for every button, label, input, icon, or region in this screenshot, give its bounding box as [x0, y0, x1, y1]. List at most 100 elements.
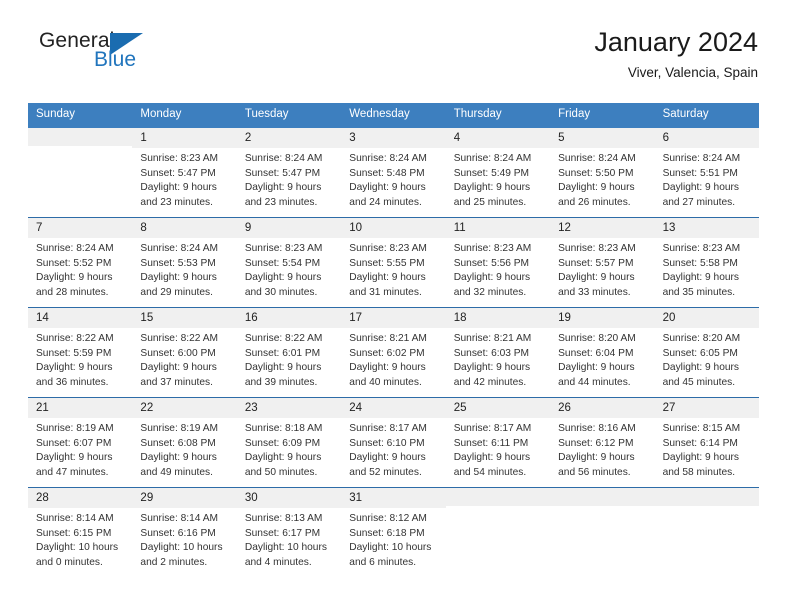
- sunset-time: Sunset: 5:59 PM: [36, 347, 112, 359]
- day-cell[interactable]: 4 Sunrise: 8:24 AM Sunset: 5:49 PM Daylight…: [445, 127, 551, 217]
- weekday-friday: Friday: [558, 108, 591, 120]
- sunrise-time: Sunrise: 8:23 AM: [453, 243, 532, 255]
- day-details: Sunrise: 8:24 AM Sunset: 5:49 PM Daylight:…: [446, 148, 550, 210]
- daylight-duration-line1: Daylight: 9 hours: [349, 182, 426, 194]
- day-details: [655, 506, 759, 510]
- daylight-duration-line1: Daylight: 9 hours: [349, 362, 426, 374]
- day-cell[interactable]: 20 Sunrise: 8:20 AM Sunset: 6:05 PM Dayligh…: [654, 307, 759, 397]
- daylight-duration-line1: Daylight: 9 hours: [453, 362, 531, 374]
- day-cell[interactable]: 19 Sunrise: 8:20 AM Sunset: 6:04 PM Dayligh…: [550, 307, 655, 397]
- sunrise-time: Sunrise: 8:18 AM: [244, 423, 323, 435]
- day-cell[interactable]: 5 Sunrise: 8:24 AM Sunset: 5:50 PM Daylight…: [550, 127, 655, 217]
- weekday-header-row: Sunday Monday Tuesday Wednesday Thursday…: [28, 103, 759, 128]
- sunrise-time: Sunrise: 8:24 AM: [453, 153, 532, 165]
- day-cell[interactable]: 3 Sunrise: 8:24 AM Sunset: 5:48 PM Daylight…: [341, 127, 446, 217]
- day-cell[interactable]: 6 Sunrise: 8:24 AM Sunset: 5:51 PM Daylight…: [654, 127, 759, 217]
- daylight-duration-line1: Daylight: 10 hours: [244, 542, 327, 554]
- daylight-duration-line2: and 30 minutes.: [244, 286, 318, 298]
- day-cell[interactable]: 26 Sunrise: 8:16 AM Sunset: 6:12 PM Dayligh…: [550, 397, 655, 487]
- day-details: Sunrise: 8:23 AM Sunset: 5:57 PM Daylight:…: [550, 238, 654, 300]
- day-number: 16: [236, 307, 342, 329]
- sunset-time: Sunset: 6:15 PM: [36, 527, 112, 539]
- sunrise-time: Sunrise: 8:21 AM: [349, 333, 427, 345]
- sunrise-time: Sunrise: 8:24 AM: [349, 153, 427, 165]
- day-details: Sunrise: 8:17 AM Sunset: 6:11 PM Daylight:…: [446, 418, 550, 480]
- brand-name-blue: Blue: [94, 48, 137, 71]
- day-cell[interactable]: 1 Sunrise: 8:23 AM Sunset: 5:47 PM Daylight…: [132, 127, 237, 217]
- sunset-time: Sunset: 5:56 PM: [453, 257, 530, 269]
- daylight-duration-line1: Daylight: 9 hours: [140, 452, 217, 464]
- day-cell[interactable]: 12 Sunrise: 8:23 AM Sunset: 5:57 PM Dayligh…: [550, 217, 655, 307]
- daylight-duration-line2: and 23 minutes.: [140, 196, 213, 208]
- daylight-duration-line1: Daylight: 9 hours: [662, 362, 740, 374]
- day-cell[interactable]: 10 Sunrise: 8:23 AM Sunset: 5:55 PM Dayligh…: [341, 217, 446, 307]
- sunset-time: Sunset: 6:04 PM: [558, 347, 634, 359]
- daylight-duration-line1: Daylight: 9 hours: [453, 272, 531, 284]
- daylight-duration-line1: Daylight: 9 hours: [662, 272, 740, 284]
- day-cell[interactable]: 24 Sunrise: 8:17 AM Sunset: 6:10 PM Dayligh…: [341, 397, 446, 487]
- calendar-week-row: 21 Sunrise: 8:19 AM Sunset: 6:07 PM Dayligh…: [28, 397, 759, 488]
- weeks-container: 1 Sunrise: 8:23 AM Sunset: 5:47 PM Daylight…: [28, 127, 759, 577]
- sunrise-time: Sunrise: 8:19 AM: [36, 423, 114, 435]
- daylight-duration-line1: Daylight: 9 hours: [558, 452, 635, 464]
- sunrise-time: Sunrise: 8:15 AM: [662, 423, 741, 435]
- day-cell[interactable]: 17 Sunrise: 8:21 AM Sunset: 6:02 PM Dayligh…: [341, 307, 446, 397]
- day-details: Sunrise: 8:17 AM Sunset: 6:10 PM Daylight:…: [341, 418, 445, 480]
- day-details: Sunrise: 8:24 AM Sunset: 5:48 PM Daylight:…: [341, 148, 445, 210]
- day-cell[interactable]: 21 Sunrise: 8:19 AM Sunset: 6:07 PM Dayligh…: [28, 397, 133, 487]
- day-cell[interactable]: 14 Sunrise: 8:22 AM Sunset: 5:59 PM Dayligh…: [28, 307, 133, 397]
- day-cell[interactable]: 18 Sunrise: 8:21 AM Sunset: 6:03 PM Dayligh…: [445, 307, 551, 397]
- day-details: Sunrise: 8:23 AM Sunset: 5:47 PM Daylight:…: [132, 148, 236, 210]
- sunrise-time: Sunrise: 8:24 AM: [662, 153, 741, 165]
- sunset-time: Sunset: 5:51 PM: [662, 167, 738, 179]
- day-details: Sunrise: 8:22 AM Sunset: 6:01 PM Daylight:…: [237, 328, 341, 390]
- day-number: 13: [654, 217, 759, 239]
- daylight-duration-line1: Daylight: 9 hours: [349, 272, 426, 284]
- day-cell[interactable]: 29 Sunrise: 8:14 AM Sunset: 6:16 PM Dayligh…: [132, 487, 237, 577]
- day-cell[interactable]: 30 Sunrise: 8:13 AM Sunset: 6:17 PM Dayligh…: [236, 487, 342, 577]
- daylight-duration-line2: and 31 minutes.: [349, 286, 422, 298]
- sunrise-time: Sunrise: 8:14 AM: [140, 513, 219, 525]
- daylight-duration-line1: Daylight: 9 hours: [662, 182, 740, 194]
- day-cell[interactable]: 27 Sunrise: 8:15 AM Sunset: 6:14 PM Dayligh…: [654, 397, 759, 487]
- sunrise-time: Sunrise: 8:23 AM: [140, 153, 219, 165]
- day-number: 22: [132, 397, 237, 419]
- general-blue-logo[interactable]: General Blue: [34, 28, 184, 76]
- day-cell[interactable]: 22 Sunrise: 8:19 AM Sunset: 6:08 PM Dayligh…: [132, 397, 237, 487]
- sunrise-time: Sunrise: 8:17 AM: [453, 423, 532, 435]
- daylight-duration-line1: Daylight: 10 hours: [140, 542, 223, 554]
- day-cell[interactable]: 8 Sunrise: 8:24 AM Sunset: 5:53 PM Daylight…: [132, 217, 237, 307]
- day-cell[interactable]: 7 Sunrise: 8:24 AM Sunset: 5:52 PM Daylight…: [28, 217, 133, 307]
- day-details: Sunrise: 8:15 AM Sunset: 6:14 PM Daylight:…: [655, 418, 759, 480]
- day-cell[interactable]: 15 Sunrise: 8:22 AM Sunset: 6:00 PM Dayligh…: [132, 307, 237, 397]
- day-cell[interactable]: 11 Sunrise: 8:23 AM Sunset: 5:56 PM Dayligh…: [445, 217, 551, 307]
- day-details: Sunrise: 8:14 AM Sunset: 6:15 PM Daylight:…: [28, 508, 132, 570]
- daylight-duration-line1: Daylight: 9 hours: [140, 182, 217, 194]
- day-cell[interactable]: 25 Sunrise: 8:17 AM Sunset: 6:11 PM Dayligh…: [445, 397, 551, 487]
- day-cell[interactable]: 23 Sunrise: 8:18 AM Sunset: 6:09 PM Dayligh…: [236, 397, 342, 487]
- sunset-time: Sunset: 5:54 PM: [244, 257, 321, 269]
- daylight-duration-line2: and 56 minutes.: [558, 466, 631, 478]
- calendar-week-row: 1 Sunrise: 8:23 AM Sunset: 5:47 PM Daylight…: [28, 127, 759, 218]
- sunrise-time: Sunrise: 8:23 AM: [349, 243, 427, 255]
- daylight-duration-line2: and 40 minutes.: [349, 376, 422, 388]
- day-number: [445, 487, 551, 506]
- day-cell[interactable]: 9 Sunrise: 8:23 AM Sunset: 5:54 PM Daylight…: [236, 217, 342, 307]
- day-details: Sunrise: 8:19 AM Sunset: 6:08 PM Daylight:…: [132, 418, 236, 480]
- sunrise-time: Sunrise: 8:24 AM: [558, 153, 636, 165]
- daylight-duration-line2: and 33 minutes.: [558, 286, 631, 298]
- day-cell[interactable]: 28 Sunrise: 8:14 AM Sunset: 6:15 PM Dayligh…: [28, 487, 133, 577]
- day-number: 15: [132, 307, 237, 329]
- sunrise-time: Sunrise: 8:16 AM: [558, 423, 636, 435]
- day-details: Sunrise: 8:18 AM Sunset: 6:09 PM Daylight:…: [237, 418, 341, 480]
- day-details: Sunrise: 8:19 AM Sunset: 6:07 PM Daylight:…: [28, 418, 132, 480]
- day-cell[interactable]: 31 Sunrise: 8:12 AM Sunset: 6:18 PM Dayligh…: [341, 487, 446, 577]
- daylight-duration-line1: Daylight: 9 hours: [558, 362, 635, 374]
- day-cell[interactable]: 2 Sunrise: 8:24 AM Sunset: 5:47 PM Daylight…: [236, 127, 342, 217]
- daylight-duration-line2: and 26 minutes.: [558, 196, 631, 208]
- day-number: 5: [550, 127, 655, 149]
- day-cell[interactable]: 13 Sunrise: 8:23 AM Sunset: 5:58 PM Dayligh…: [654, 217, 759, 307]
- day-cell[interactable]: 16 Sunrise: 8:22 AM Sunset: 6:01 PM Dayligh…: [236, 307, 342, 397]
- daylight-duration-line2: and 25 minutes.: [453, 196, 527, 208]
- daylight-duration-line2: and 54 minutes.: [453, 466, 527, 478]
